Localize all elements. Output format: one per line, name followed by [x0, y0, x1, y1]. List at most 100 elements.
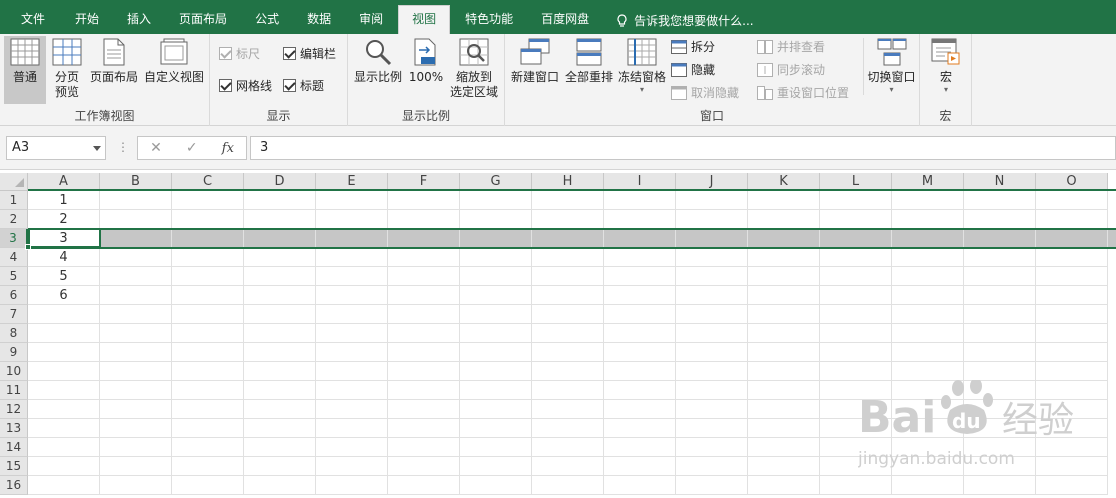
- enter-icon[interactable]: ✓: [186, 140, 198, 156]
- cell-m8[interactable]: [892, 324, 964, 343]
- cell-k8[interactable]: [748, 324, 820, 343]
- cell-c15[interactable]: [172, 457, 244, 476]
- cell-m7[interactable]: [892, 305, 964, 324]
- cell-b11[interactable]: [100, 381, 172, 400]
- cell-e8[interactable]: [316, 324, 388, 343]
- cell-b13[interactable]: [100, 419, 172, 438]
- tab-review[interactable]: 审阅: [346, 7, 396, 35]
- row-header-10[interactable]: 10: [0, 362, 28, 381]
- cell-g1[interactable]: [460, 191, 532, 210]
- cell-k12[interactable]: [748, 400, 820, 419]
- cell-d6[interactable]: [244, 286, 316, 305]
- tab-page-layout[interactable]: 页面布局: [166, 7, 240, 35]
- cell-n3[interactable]: [964, 229, 1036, 248]
- cell-n8[interactable]: [964, 324, 1036, 343]
- cell-l7[interactable]: [820, 305, 892, 324]
- cell-f3[interactable]: [388, 229, 460, 248]
- cell-i15[interactable]: [604, 457, 676, 476]
- cell-e3[interactable]: [316, 229, 388, 248]
- cell-d11[interactable]: [244, 381, 316, 400]
- cell-b2[interactable]: [100, 210, 172, 229]
- cell-f11[interactable]: [388, 381, 460, 400]
- ruler-checkbox[interactable]: 标尺: [219, 45, 260, 62]
- headings-checkbox[interactable]: 标题: [283, 77, 324, 94]
- cell-o2[interactable]: [1036, 210, 1108, 229]
- cell-m2[interactable]: [892, 210, 964, 229]
- cell-d10[interactable]: [244, 362, 316, 381]
- cell-b12[interactable]: [100, 400, 172, 419]
- cell-d1[interactable]: [244, 191, 316, 210]
- cell-c1[interactable]: [172, 191, 244, 210]
- cell-a4[interactable]: 4: [28, 248, 100, 267]
- cell-a5[interactable]: 5: [28, 267, 100, 286]
- cell-d9[interactable]: [244, 343, 316, 362]
- cell-a13[interactable]: [28, 419, 100, 438]
- cell-k14[interactable]: [748, 438, 820, 457]
- split-button[interactable]: 拆分: [671, 38, 715, 55]
- row-header-2[interactable]: 2: [0, 210, 28, 229]
- cell-g14[interactable]: [460, 438, 532, 457]
- cell-j9[interactable]: [676, 343, 748, 362]
- cell-e1[interactable]: [316, 191, 388, 210]
- switch-windows-button[interactable]: 切换窗口 ▾: [863, 38, 917, 95]
- cell-i7[interactable]: [604, 305, 676, 324]
- cell-g8[interactable]: [460, 324, 532, 343]
- row-header-3[interactable]: 3: [0, 229, 28, 248]
- cell-i12[interactable]: [604, 400, 676, 419]
- page-layout-view-button[interactable]: 页面布局: [88, 38, 140, 85]
- name-box[interactable]: A3: [6, 136, 106, 160]
- cell-d16[interactable]: [244, 476, 316, 495]
- cell-f1[interactable]: [388, 191, 460, 210]
- cell-b7[interactable]: [100, 305, 172, 324]
- cell-c11[interactable]: [172, 381, 244, 400]
- cell-k13[interactable]: [748, 419, 820, 438]
- cell-i6[interactable]: [604, 286, 676, 305]
- cell-g2[interactable]: [460, 210, 532, 229]
- cell-o10[interactable]: [1036, 362, 1108, 381]
- cell-e11[interactable]: [316, 381, 388, 400]
- cell-h3[interactable]: [532, 229, 604, 248]
- cell-j1[interactable]: [676, 191, 748, 210]
- cell-g12[interactable]: [460, 400, 532, 419]
- cell-d7[interactable]: [244, 305, 316, 324]
- cell-c5[interactable]: [172, 267, 244, 286]
- cell-h12[interactable]: [532, 400, 604, 419]
- row-header-15[interactable]: 15: [0, 457, 28, 476]
- cell-e9[interactable]: [316, 343, 388, 362]
- cell-h9[interactable]: [532, 343, 604, 362]
- cell-j10[interactable]: [676, 362, 748, 381]
- cell-l8[interactable]: [820, 324, 892, 343]
- cell-c13[interactable]: [172, 419, 244, 438]
- cell-m9[interactable]: [892, 343, 964, 362]
- tab-file[interactable]: 文件: [6, 7, 60, 35]
- cell-c7[interactable]: [172, 305, 244, 324]
- cell-a8[interactable]: [28, 324, 100, 343]
- insert-function-icon[interactable]: fx: [222, 141, 234, 156]
- cell-n9[interactable]: [964, 343, 1036, 362]
- cell-h15[interactable]: [532, 457, 604, 476]
- select-all-corner[interactable]: [0, 173, 28, 191]
- cell-c9[interactable]: [172, 343, 244, 362]
- zoom-to-selection-button[interactable]: 缩放到 选定区域: [448, 38, 500, 100]
- cell-o3[interactable]: [1036, 229, 1108, 248]
- cell-n2[interactable]: [964, 210, 1036, 229]
- cell-i5[interactable]: [604, 267, 676, 286]
- cell-b14[interactable]: [100, 438, 172, 457]
- cell-b10[interactable]: [100, 362, 172, 381]
- cell-g3[interactable]: [460, 229, 532, 248]
- cell-i3[interactable]: [604, 229, 676, 248]
- cell-c14[interactable]: [172, 438, 244, 457]
- row-header-9[interactable]: 9: [0, 343, 28, 362]
- row-header-14[interactable]: 14: [0, 438, 28, 457]
- cell-k3[interactable]: [748, 229, 820, 248]
- cell-f16[interactable]: [388, 476, 460, 495]
- cell-c8[interactable]: [172, 324, 244, 343]
- cell-a6[interactable]: 6: [28, 286, 100, 305]
- cell-a10[interactable]: [28, 362, 100, 381]
- cell-i1[interactable]: [604, 191, 676, 210]
- cell-k4[interactable]: [748, 248, 820, 267]
- cell-h10[interactable]: [532, 362, 604, 381]
- cell-i16[interactable]: [604, 476, 676, 495]
- cell-h16[interactable]: [532, 476, 604, 495]
- cell-g13[interactable]: [460, 419, 532, 438]
